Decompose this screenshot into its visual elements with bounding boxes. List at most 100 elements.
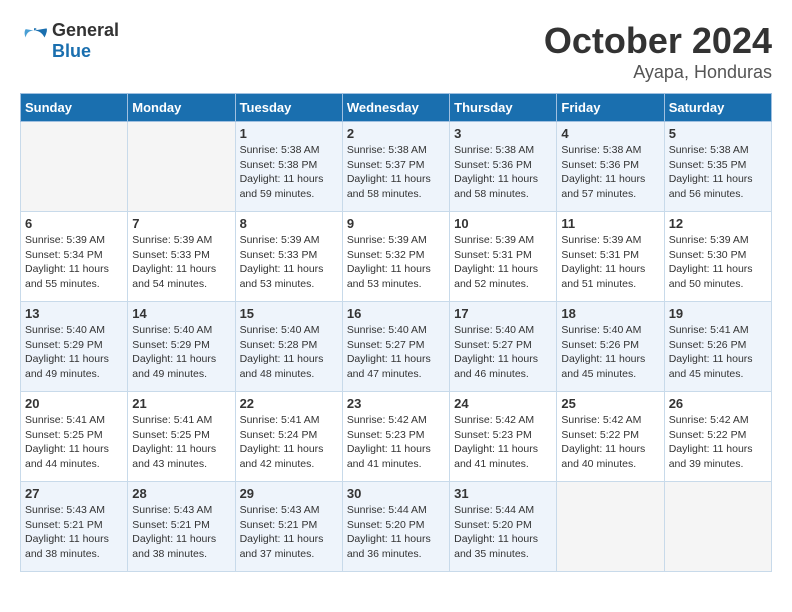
- calendar-cell: 23Sunrise: 5:42 AMSunset: 5:23 PMDayligh…: [342, 392, 449, 482]
- day-info: Sunrise: 5:38 AMSunset: 5:38 PMDaylight:…: [240, 143, 338, 202]
- calendar-cell: 26Sunrise: 5:42 AMSunset: 5:22 PMDayligh…: [664, 392, 771, 482]
- day-number: 31: [454, 486, 552, 501]
- day-info: Sunrise: 5:38 AMSunset: 5:35 PMDaylight:…: [669, 143, 767, 202]
- day-info: Sunrise: 5:40 AMSunset: 5:26 PMDaylight:…: [561, 323, 659, 382]
- day-number: 25: [561, 396, 659, 411]
- day-number: 20: [25, 396, 123, 411]
- day-number: 28: [132, 486, 230, 501]
- weekday-header-saturday: Saturday: [664, 94, 771, 122]
- day-info: Sunrise: 5:40 AMSunset: 5:27 PMDaylight:…: [347, 323, 445, 382]
- day-number: 29: [240, 486, 338, 501]
- calendar-week-row: 13 Sunrise: 5:40 AMSunset: 5:29 PMDayligh…: [21, 302, 772, 392]
- day-info: Sunrise: 5:42 AMSunset: 5:23 PMDaylight:…: [454, 413, 552, 472]
- day-info: Sunrise: 5:41 AMSunset: 5:26 PMDaylight:…: [669, 323, 767, 382]
- calendar-cell: 5 Sunrise: 5:38 AMSunset: 5:35 PMDaylight…: [664, 122, 771, 212]
- logo-blue: Blue: [52, 41, 91, 61]
- day-info: Sunrise: 5:38 AMSunset: 5:36 PMDaylight:…: [561, 143, 659, 202]
- day-number: 19: [669, 306, 767, 321]
- day-number: 2: [347, 126, 445, 141]
- calendar-table: SundayMondayTuesdayWednesdayThursdayFrid…: [20, 93, 772, 572]
- calendar-cell: 19 Sunrise: 5:41 AMSunset: 5:26 PMDayligh…: [664, 302, 771, 392]
- day-number: 18: [561, 306, 659, 321]
- day-info: Sunrise: 5:43 AMSunset: 5:21 PMDaylight:…: [25, 503, 123, 562]
- day-number: 5: [669, 126, 767, 141]
- calendar-week-row: 27 Sunrise: 5:43 AMSunset: 5:21 PMDayligh…: [21, 482, 772, 572]
- calendar-cell: 16 Sunrise: 5:40 AMSunset: 5:27 PMDayligh…: [342, 302, 449, 392]
- day-info: Sunrise: 5:41 AMSunset: 5:25 PMDaylight:…: [132, 413, 230, 472]
- day-number: 10: [454, 216, 552, 231]
- day-number: 16: [347, 306, 445, 321]
- day-info: Sunrise: 5:42 AMSunset: 5:23 PMDaylight:…: [347, 413, 445, 472]
- day-number: 4: [561, 126, 659, 141]
- calendar-cell: 2 Sunrise: 5:38 AMSunset: 5:37 PMDaylight…: [342, 122, 449, 212]
- page-header: General Blue October 2024 Ayapa, Hondura…: [20, 20, 772, 83]
- calendar-cell: 31Sunrise: 5:44 AMSunset: 5:20 PMDayligh…: [450, 482, 557, 572]
- calendar-cell: [664, 482, 771, 572]
- weekday-header-monday: Monday: [128, 94, 235, 122]
- day-info: Sunrise: 5:40 AMSunset: 5:29 PMDaylight:…: [25, 323, 123, 382]
- calendar-cell: 18 Sunrise: 5:40 AMSunset: 5:26 PMDayligh…: [557, 302, 664, 392]
- logo-icon: [20, 27, 48, 55]
- day-info: Sunrise: 5:39 AMSunset: 5:32 PMDaylight:…: [347, 233, 445, 292]
- day-number: 13: [25, 306, 123, 321]
- calendar-cell: 3Sunrise: 5:38 AMSunset: 5:36 PMDaylight…: [450, 122, 557, 212]
- calendar-cell: 11 Sunrise: 5:39 AMSunset: 5:31 PMDayligh…: [557, 212, 664, 302]
- day-info: Sunrise: 5:44 AMSunset: 5:20 PMDaylight:…: [347, 503, 445, 562]
- calendar-week-row: 1 Sunrise: 5:38 AMSunset: 5:38 PMDaylight…: [21, 122, 772, 212]
- calendar-cell: 8 Sunrise: 5:39 AMSunset: 5:33 PMDaylight…: [235, 212, 342, 302]
- calendar-cell: 10 Sunrise: 5:39 AMSunset: 5:31 PMDayligh…: [450, 212, 557, 302]
- weekday-header-tuesday: Tuesday: [235, 94, 342, 122]
- day-info: Sunrise: 5:39 AMSunset: 5:33 PMDaylight:…: [240, 233, 338, 292]
- day-info: Sunrise: 5:40 AMSunset: 5:27 PMDaylight:…: [454, 323, 552, 382]
- calendar-header-row: SundayMondayTuesdayWednesdayThursdayFrid…: [21, 94, 772, 122]
- calendar-cell: 17 Sunrise: 5:40 AMSunset: 5:27 PMDayligh…: [450, 302, 557, 392]
- day-number: 8: [240, 216, 338, 231]
- calendar-cell: 15 Sunrise: 5:40 AMSunset: 5:28 PMDayligh…: [235, 302, 342, 392]
- day-number: 26: [669, 396, 767, 411]
- day-number: 30: [347, 486, 445, 501]
- day-number: 11: [561, 216, 659, 231]
- calendar-cell: 14Sunrise: 5:40 AMSunset: 5:29 PMDayligh…: [128, 302, 235, 392]
- day-info: Sunrise: 5:39 AMSunset: 5:34 PMDaylight:…: [25, 233, 123, 292]
- day-info: Sunrise: 5:42 AMSunset: 5:22 PMDaylight:…: [561, 413, 659, 472]
- day-info: Sunrise: 5:40 AMSunset: 5:28 PMDaylight:…: [240, 323, 338, 382]
- weekday-header-thursday: Thursday: [450, 94, 557, 122]
- calendar-cell: 12 Sunrise: 5:39 AMSunset: 5:30 PMDayligh…: [664, 212, 771, 302]
- day-info: Sunrise: 5:41 AMSunset: 5:24 PMDaylight:…: [240, 413, 338, 472]
- weekday-header-sunday: Sunday: [21, 94, 128, 122]
- day-info: Sunrise: 5:39 AMSunset: 5:31 PMDaylight:…: [454, 233, 552, 292]
- day-number: 15: [240, 306, 338, 321]
- calendar-cell: 1 Sunrise: 5:38 AMSunset: 5:38 PMDaylight…: [235, 122, 342, 212]
- weekday-header-wednesday: Wednesday: [342, 94, 449, 122]
- calendar-week-row: 20 Sunrise: 5:41 AMSunset: 5:25 PMDayligh…: [21, 392, 772, 482]
- day-info: Sunrise: 5:39 AMSunset: 5:31 PMDaylight:…: [561, 233, 659, 292]
- day-number: 22: [240, 396, 338, 411]
- weekday-header-friday: Friday: [557, 94, 664, 122]
- day-number: 24: [454, 396, 552, 411]
- day-info: Sunrise: 5:40 AMSunset: 5:29 PMDaylight:…: [132, 323, 230, 382]
- day-info: Sunrise: 5:38 AMSunset: 5:37 PMDaylight:…: [347, 143, 445, 202]
- calendar-cell: 9Sunrise: 5:39 AMSunset: 5:32 PMDaylight…: [342, 212, 449, 302]
- day-number: 17: [454, 306, 552, 321]
- day-number: 27: [25, 486, 123, 501]
- calendar-cell: 4 Sunrise: 5:38 AMSunset: 5:36 PMDaylight…: [557, 122, 664, 212]
- day-info: Sunrise: 5:39 AMSunset: 5:30 PMDaylight:…: [669, 233, 767, 292]
- calendar-cell: 22 Sunrise: 5:41 AMSunset: 5:24 PMDayligh…: [235, 392, 342, 482]
- month-title: October 2024: [544, 20, 772, 62]
- calendar-cell: 21Sunrise: 5:41 AMSunset: 5:25 PMDayligh…: [128, 392, 235, 482]
- day-info: Sunrise: 5:41 AMSunset: 5:25 PMDaylight:…: [25, 413, 123, 472]
- logo-general: General: [52, 20, 119, 40]
- calendar-cell: 7Sunrise: 5:39 AMSunset: 5:33 PMDaylight…: [128, 212, 235, 302]
- location-title: Ayapa, Honduras: [544, 62, 772, 83]
- title-block: October 2024 Ayapa, Honduras: [544, 20, 772, 83]
- calendar-cell: 13 Sunrise: 5:40 AMSunset: 5:29 PMDayligh…: [21, 302, 128, 392]
- calendar-cell: 25 Sunrise: 5:42 AMSunset: 5:22 PMDayligh…: [557, 392, 664, 482]
- day-number: 12: [669, 216, 767, 231]
- day-info: Sunrise: 5:43 AMSunset: 5:21 PMDaylight:…: [240, 503, 338, 562]
- calendar-week-row: 6 Sunrise: 5:39 AMSunset: 5:34 PMDaylight…: [21, 212, 772, 302]
- day-number: 7: [132, 216, 230, 231]
- day-number: 1: [240, 126, 338, 141]
- calendar-cell: 27 Sunrise: 5:43 AMSunset: 5:21 PMDayligh…: [21, 482, 128, 572]
- day-number: 6: [25, 216, 123, 231]
- day-info: Sunrise: 5:43 AMSunset: 5:21 PMDaylight:…: [132, 503, 230, 562]
